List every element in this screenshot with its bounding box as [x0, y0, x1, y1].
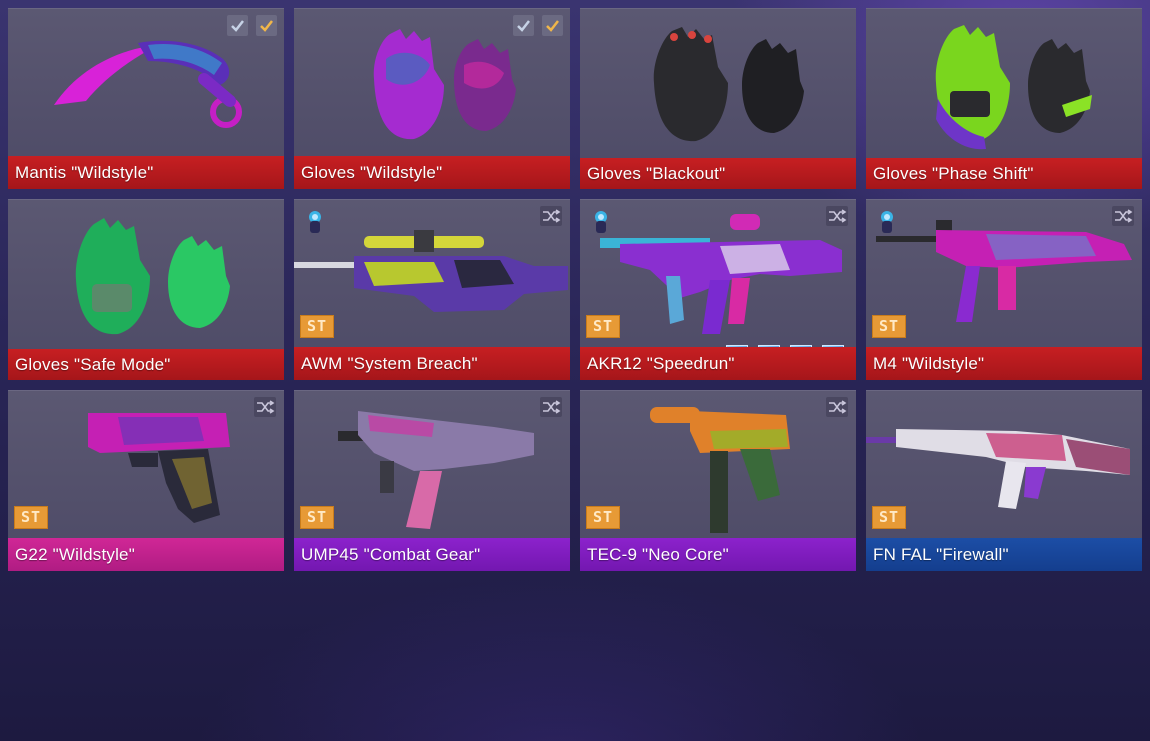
shuffle-icon[interactable]	[826, 397, 848, 417]
item-card-gloves-safe-mode[interactable]: Gloves "Safe Mode"	[8, 199, 284, 380]
stattrack-badge: ST	[300, 315, 334, 338]
sticker-icon	[309, 211, 321, 233]
item-name: AKR12 "Speedrun"	[580, 347, 856, 380]
check-icon[interactable]	[227, 15, 248, 36]
item-card-tec9-neo-core[interactable]: ST TEC-9 "Neo Core"	[580, 390, 856, 571]
item-card-ump45-combat-gear[interactable]: ST UMP45 "Combat Gear"	[294, 390, 570, 571]
akr12-rifle-image	[600, 214, 842, 334]
shuffle-icon[interactable]	[1112, 206, 1134, 226]
item-name: G22 "Wildstyle"	[8, 538, 284, 571]
awm-rifle-image	[294, 230, 568, 312]
inventory-grid: Mantis "Wildstyle" Gloves "Wildstyle" Gl…	[0, 0, 1150, 741]
item-name: M4 "Wildstyle"	[866, 347, 1142, 380]
item-card-fnfal-firewall[interactable]: ST FN FAL "Firewall"	[866, 390, 1142, 571]
check-gold-icon[interactable]	[256, 15, 277, 36]
shuffle-icon[interactable]	[540, 206, 562, 226]
item-card-gloves-wildstyle[interactable]: Gloves "Wildstyle"	[294, 8, 570, 189]
item-name: Gloves "Safe Mode"	[8, 349, 284, 380]
item-card-g22-wildstyle[interactable]: ST G22 "Wildstyle"	[8, 390, 284, 571]
sticker-icon	[881, 211, 893, 233]
shuffle-icon[interactable]	[540, 397, 562, 417]
gloves-image	[75, 218, 230, 335]
ump45-smg-image	[338, 411, 534, 529]
sticker-icon	[595, 211, 607, 233]
m4-rifle-image	[876, 220, 1132, 322]
item-card-gloves-phase-shift[interactable]: Gloves "Phase Shift"	[866, 8, 1142, 189]
g22-pistol-image	[88, 413, 230, 523]
item-card-mantis-wildstyle[interactable]: Mantis "Wildstyle"	[8, 8, 284, 189]
gloves-image	[935, 25, 1092, 150]
item-name: FN FAL "Firewall"	[866, 538, 1142, 571]
fnfal-rifle-image	[866, 429, 1130, 509]
tec9-pistol-image	[650, 407, 790, 533]
stattrack-badge: ST	[872, 315, 906, 338]
item-name: Mantis "Wildstyle"	[8, 156, 284, 189]
item-name: TEC-9 "Neo Core"	[580, 538, 856, 571]
stattrack-badge: ST	[586, 506, 620, 529]
item-name: Gloves "Phase Shift"	[866, 158, 1142, 189]
item-name: Gloves "Wildstyle"	[294, 156, 570, 189]
item-card-gloves-blackout[interactable]: Gloves "Blackout"	[580, 8, 856, 189]
shuffle-icon[interactable]	[826, 206, 848, 226]
item-card-akr12-speedrun[interactable]: ST AKR12 "Speedrun"	[580, 199, 856, 380]
stattrack-badge: ST	[586, 315, 620, 338]
item-name: Gloves "Blackout"	[580, 158, 856, 189]
item-card-awm-system-breach[interactable]: ST AWM "System Breach"	[294, 199, 570, 380]
item-card-m4-wildstyle[interactable]: ST M4 "Wildstyle"	[866, 199, 1142, 380]
stattrack-badge: ST	[300, 506, 334, 529]
stattrack-badge: ST	[872, 506, 906, 529]
gloves-image	[653, 27, 804, 142]
item-name: UMP45 "Combat Gear"	[294, 538, 570, 571]
shuffle-icon[interactable]	[254, 397, 276, 417]
check-gold-icon[interactable]	[542, 15, 563, 36]
item-name: AWM "System Breach"	[294, 347, 570, 380]
stattrack-badge: ST	[14, 506, 48, 529]
check-icon[interactable]	[513, 15, 534, 36]
